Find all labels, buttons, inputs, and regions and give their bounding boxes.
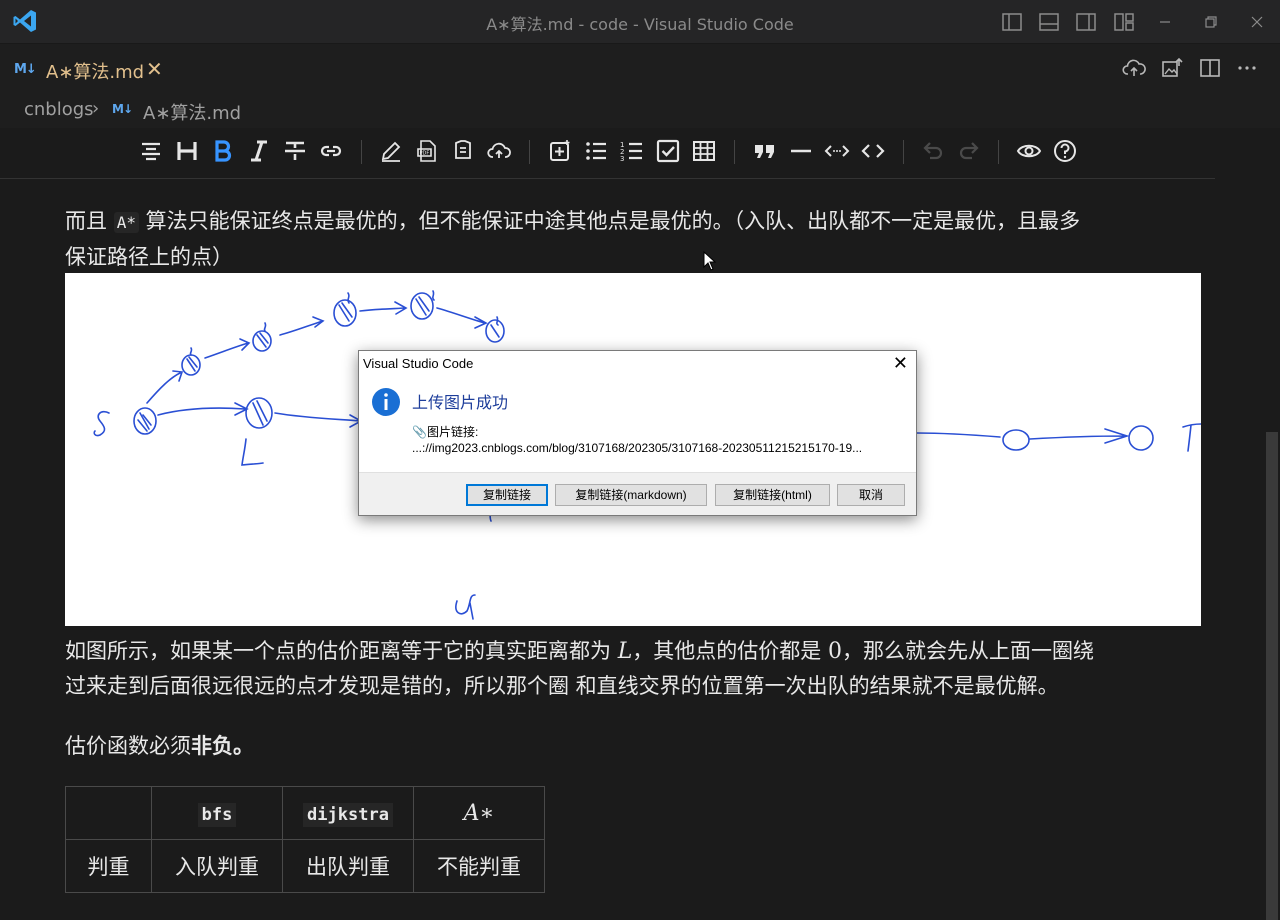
- inline-code-icon[interactable]: [824, 138, 850, 164]
- toggle-primary-sidebar-icon[interactable]: [1001, 11, 1023, 33]
- italic-icon[interactable]: [246, 138, 272, 164]
- title-bar: A∗算法.md - code - Visual Studio Code: [0, 0, 1280, 44]
- text-run: 保证路径上的点）: [65, 245, 233, 269]
- toolbar-separator: [998, 140, 999, 164]
- table-cell: 出队判重: [282, 839, 414, 893]
- inline-code: A*: [113, 212, 139, 233]
- upload-success-dialog: Visual Studio Code ✕ 上传图片成功 📎图片链接: ...:/…: [358, 350, 917, 516]
- bold-text: 非负。: [191, 734, 254, 758]
- preview-icon[interactable]: [1016, 138, 1042, 164]
- math-L: L: [617, 639, 633, 664]
- table-icon[interactable]: [691, 138, 717, 164]
- redo-icon[interactable]: [956, 138, 982, 164]
- bold-icon[interactable]: [210, 138, 236, 164]
- text-run: 如图所示，如果某一个点的估价距离等于它的真实距离都为: [65, 639, 618, 663]
- undo-icon[interactable]: [920, 138, 946, 164]
- table-cell: A∗: [413, 786, 545, 840]
- split-editor-icon[interactable]: [1198, 56, 1222, 80]
- math-zero: 0: [827, 639, 842, 664]
- text-run: 估价函数必须: [65, 734, 191, 758]
- upload-icon[interactable]: [486, 138, 512, 164]
- upload-image-icon[interactable]: [1160, 56, 1184, 80]
- copy-html-icon[interactable]: [450, 138, 476, 164]
- insert-image-icon[interactable]: [547, 138, 573, 164]
- info-icon: [372, 388, 400, 416]
- dialog-footer: 复制链接 复制链接(markdown) 复制链接(html) 取消: [359, 472, 916, 515]
- svg-text:3: 3: [620, 155, 624, 163]
- paragraph-heuristic-example: 如图所示，如果某一个点的估价距离等于它的真实距离都为 L，其他点的估价都是 0，…: [65, 634, 1094, 703]
- svg-text:PDF: PDF: [420, 151, 430, 157]
- text-run: 而且: [65, 209, 114, 233]
- toolbar-separator: [529, 140, 530, 164]
- table-cell: dijkstra: [282, 786, 414, 840]
- breadcrumb-folder[interactable]: cnblogs: [24, 99, 94, 120]
- tab-close-icon[interactable]: ✕: [146, 57, 163, 81]
- markdown-icon: M↓: [14, 62, 37, 77]
- table-row: 判重 入队判重 出队判重 不能判重: [65, 839, 545, 893]
- checkbox-icon[interactable]: [655, 138, 681, 164]
- toolbar-separator: [361, 140, 362, 164]
- align-icon[interactable]: [138, 138, 164, 164]
- minimize-icon[interactable]: [1154, 11, 1176, 33]
- table-cell: bfs: [151, 786, 283, 840]
- toggle-secondary-sidebar-icon[interactable]: [1075, 11, 1097, 33]
- edit-icon[interactable]: [378, 138, 404, 164]
- quote-icon[interactable]: [752, 138, 778, 164]
- chevron-right-icon: ›: [92, 98, 100, 119]
- markdown-icon: M↓: [112, 102, 133, 116]
- link-label-text: 图片链接:: [426, 425, 479, 439]
- link-icon[interactable]: [318, 138, 344, 164]
- paragraph-nonnegative: 估价函数必须非负。: [65, 729, 254, 763]
- header-a-star: A∗: [463, 800, 495, 826]
- dialog-link-label: 📎图片链接:: [412, 423, 478, 440]
- header-bfs: bfs: [197, 803, 237, 827]
- horizontal-rule-icon[interactable]: [788, 138, 814, 164]
- bullet-list-icon[interactable]: [583, 138, 609, 164]
- toolbar-separator: [734, 140, 735, 164]
- customize-layout-icon[interactable]: [1113, 11, 1135, 33]
- tab-label: A∗算法.md: [46, 62, 145, 83]
- paperclip-icon: 📎: [412, 425, 427, 439]
- dialog-close-icon[interactable]: ✕: [893, 353, 908, 374]
- comparison-table: bfs dijkstra A∗ 判重 入队判重 出队判重 不能判重: [65, 786, 545, 893]
- table-header-row: bfs dijkstra A∗: [65, 786, 545, 840]
- dialog-title: Visual Studio Code: [363, 356, 474, 371]
- text-run: 算法只能保证终点是最优的，但不能保证中途其他点是最优的。（入队、出队都不一定是最…: [138, 209, 1081, 233]
- table-cell: 入队判重: [151, 839, 283, 893]
- cloud-upload-icon[interactable]: [1122, 56, 1146, 80]
- scrollbar-thumb[interactable]: [1266, 432, 1278, 920]
- close-window-icon[interactable]: [1246, 11, 1268, 33]
- breadcrumb: cnblogs › M↓ A∗算法.md: [0, 92, 1280, 128]
- cancel-button[interactable]: 取消: [837, 484, 905, 506]
- tab-a-star-md[interactable]: M↓ A∗算法.md ✕: [0, 44, 180, 93]
- copy-link-button[interactable]: 复制链接: [466, 484, 548, 506]
- restore-icon[interactable]: [1200, 11, 1222, 33]
- tab-bar: M↓ A∗算法.md ✕: [0, 44, 1280, 92]
- text-run: ，其他点的估价都是: [632, 639, 828, 663]
- heading-icon[interactable]: [174, 138, 200, 164]
- copy-link-markdown-button[interactable]: 复制链接(markdown): [555, 484, 707, 506]
- table-cell: 不能判重: [413, 839, 545, 893]
- header-dijkstra: dijkstra: [303, 803, 393, 827]
- more-actions-icon[interactable]: [1235, 56, 1259, 80]
- copy-link-html-button[interactable]: 复制链接(html): [715, 484, 830, 506]
- text-run: ，那么就会先从上面一圈绕: [841, 639, 1094, 663]
- numbered-list-icon[interactable]: 123: [619, 138, 645, 164]
- text-run: 过来走到后面很远很远的点才发现是错的，所以那个圈 和直线交界的位置第一次出队的结…: [65, 674, 1059, 698]
- pdf-export-icon[interactable]: PDF: [414, 138, 440, 164]
- dialog-heading: 上传图片成功: [412, 395, 509, 412]
- breadcrumb-file[interactable]: A∗算法.md: [143, 99, 241, 125]
- code-block-icon[interactable]: [860, 138, 886, 164]
- table-cell: 判重: [65, 839, 152, 893]
- strikethrough-icon[interactable]: [282, 138, 308, 164]
- toggle-panel-icon[interactable]: [1038, 11, 1060, 33]
- help-icon[interactable]: [1052, 138, 1078, 164]
- mouse-cursor-icon: [703, 251, 717, 271]
- table-cell: [65, 786, 152, 840]
- toolbar-separator: [903, 140, 904, 164]
- paragraph-a-star-optimality: 而且 A* 算法只能保证终点是最优的，但不能保证中途其他点是最优的。（入队、出队…: [65, 204, 1080, 274]
- dialog-image-url: ...://img2023.cnblogs.com/blog/3107168/2…: [412, 441, 863, 455]
